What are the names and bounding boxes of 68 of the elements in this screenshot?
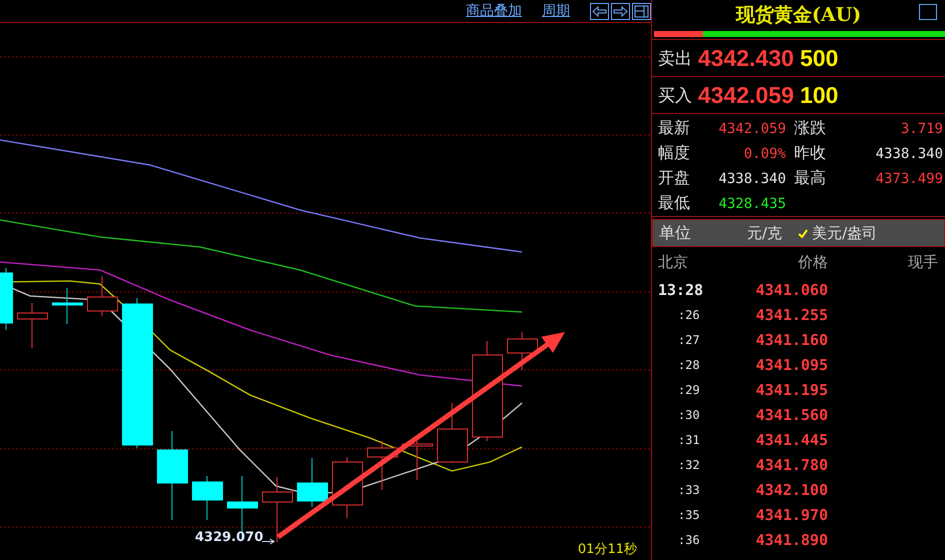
unit-option[interactable]: 美元/盎司 bbox=[798, 224, 878, 242]
check-icon bbox=[798, 228, 808, 238]
stat-value: 4338.340 bbox=[876, 146, 943, 162]
arrow-icon bbox=[262, 538, 275, 545]
tick-time: :33 bbox=[677, 482, 701, 496]
column-header: 价格 bbox=[797, 252, 828, 272]
left-arrow-icon[interactable] bbox=[590, 2, 609, 20]
instrument-title: 现货黄金(AU) bbox=[736, 3, 862, 28]
toolbar-link[interactable]: 周期 bbox=[542, 2, 570, 20]
tick-price: 4341.560 bbox=[754, 406, 828, 424]
stat-value: 3.719 bbox=[900, 120, 943, 136]
candlestick bbox=[0, 268, 13, 330]
quote-volume: 500 bbox=[800, 44, 838, 72]
tick-price: 4341.195 bbox=[754, 380, 828, 398]
column-header: 北京 bbox=[658, 252, 689, 272]
low-price-label: 4329.070 bbox=[195, 530, 264, 545]
tick-price: 4341.970 bbox=[754, 506, 828, 524]
tick-time: :31 bbox=[677, 432, 701, 446]
stat-value: 4342.059 bbox=[718, 120, 786, 136]
stat-label: 最新 bbox=[658, 118, 690, 139]
candlestick bbox=[87, 276, 118, 316]
candlestick bbox=[52, 288, 83, 324]
tick-price: 4341.095 bbox=[754, 356, 828, 374]
tick-price: 4341.780 bbox=[754, 456, 828, 474]
candlestick bbox=[192, 476, 223, 520]
tick-time: :29 bbox=[677, 382, 701, 396]
tick-time: :28 bbox=[677, 358, 701, 372]
unit-option[interactable]: 元/克 bbox=[747, 224, 782, 242]
stat-label: 涨跌 bbox=[794, 118, 826, 139]
tick-time: :35 bbox=[677, 508, 701, 522]
stat-label: 开盘 bbox=[658, 168, 690, 189]
quote-label: 买入 bbox=[658, 84, 692, 106]
stat-label: 幅度 bbox=[658, 143, 690, 164]
tick-price: 4341.890 bbox=[754, 530, 828, 548]
tick-time: :30 bbox=[677, 408, 701, 422]
stat-value: 4328.435 bbox=[718, 196, 786, 212]
unit-label: 单位 bbox=[659, 222, 692, 244]
tick-time: :32 bbox=[677, 458, 701, 472]
tick-price: 4341.255 bbox=[754, 306, 828, 324]
tick-time: :26 bbox=[677, 308, 701, 322]
window-icon[interactable] bbox=[919, 4, 937, 20]
candlestick bbox=[17, 302, 48, 348]
candlestick bbox=[437, 402, 468, 464]
column-header: 现手 bbox=[907, 252, 938, 272]
right-arrow-icon[interactable] bbox=[611, 2, 630, 20]
panel-layout-icon[interactable] bbox=[632, 2, 651, 20]
tick-time: :36 bbox=[677, 532, 701, 546]
tick-price: 4341.060 bbox=[754, 280, 828, 298]
tick-time: :27 bbox=[677, 332, 701, 346]
stat-value: 4338.340 bbox=[718, 170, 786, 186]
stat-value: 4373.499 bbox=[876, 170, 943, 186]
tick-price: 4341.445 bbox=[754, 430, 828, 448]
candlestick bbox=[262, 476, 293, 542]
candlestick bbox=[297, 458, 328, 508]
countdown-timer: 01分11秒 bbox=[578, 541, 637, 558]
stat-label: 最高 bbox=[794, 168, 826, 189]
toolbar-link[interactable]: 商品叠加 bbox=[466, 2, 522, 20]
stat-label: 最低 bbox=[658, 193, 690, 214]
tick-time: 13:28 bbox=[658, 280, 704, 298]
stat-value: 0.09% bbox=[744, 146, 786, 162]
candlestick bbox=[507, 332, 538, 370]
tick-price: 4341.160 bbox=[754, 330, 828, 348]
quote-price: 4342.430 bbox=[698, 44, 794, 72]
quote-label: 卖出 bbox=[658, 48, 692, 70]
quote-volume: 100 bbox=[800, 82, 838, 108]
stat-label: 昨收 bbox=[794, 143, 826, 164]
tick-price: 4342.100 bbox=[754, 480, 828, 498]
quote-price: 4342.059 bbox=[698, 82, 794, 108]
